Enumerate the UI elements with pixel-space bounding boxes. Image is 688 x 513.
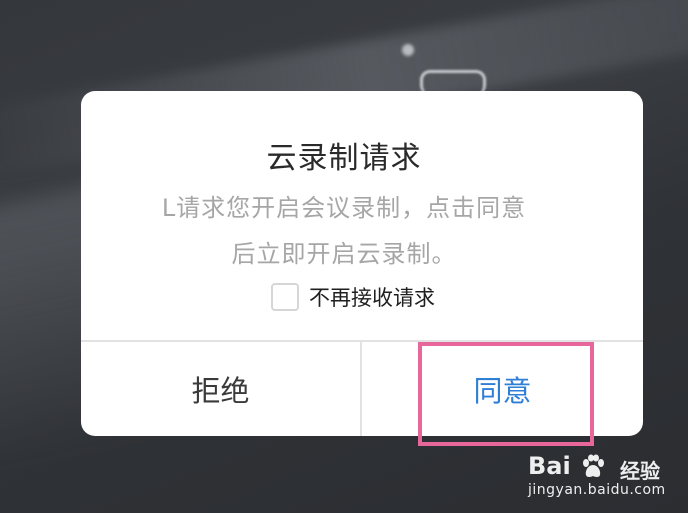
background-light-dot bbox=[402, 44, 414, 56]
baidu-jingyan-watermark: Bai 经验 jingyan.baidu.com bbox=[528, 452, 678, 502]
dont-receive-requests-checkbox[interactable] bbox=[271, 283, 299, 311]
reject-button-label: 拒绝 bbox=[191, 374, 250, 408]
watermark-product-text: 经验 bbox=[620, 459, 660, 483]
dont-receive-requests-label: 不再接收请求 bbox=[309, 286, 435, 310]
watermark-logo-text: Bai bbox=[528, 452, 571, 480]
agree-button-label: 同意 bbox=[473, 374, 532, 408]
dialog-message-line-1: L请求您开启会议录制，点击同意 bbox=[161, 194, 527, 222]
agree-button[interactable]: 同意 bbox=[362, 342, 643, 436]
dialog-title: 云录制请求 bbox=[266, 141, 422, 176]
screen: 云录制请求 L请求您开启会议录制，点击同意 后立即开启云录制。 不再接收请求 拒… bbox=[0, 0, 688, 513]
watermark-url: jingyan.baidu.com bbox=[528, 482, 666, 498]
baidu-paw-icon bbox=[580, 454, 606, 480]
dont-receive-requests-option[interactable]: 不再接收请求 bbox=[271, 281, 435, 313]
reject-button[interactable]: 拒绝 bbox=[81, 342, 360, 436]
dialog-message-line-2: 后立即开启云录制。 bbox=[231, 240, 457, 268]
